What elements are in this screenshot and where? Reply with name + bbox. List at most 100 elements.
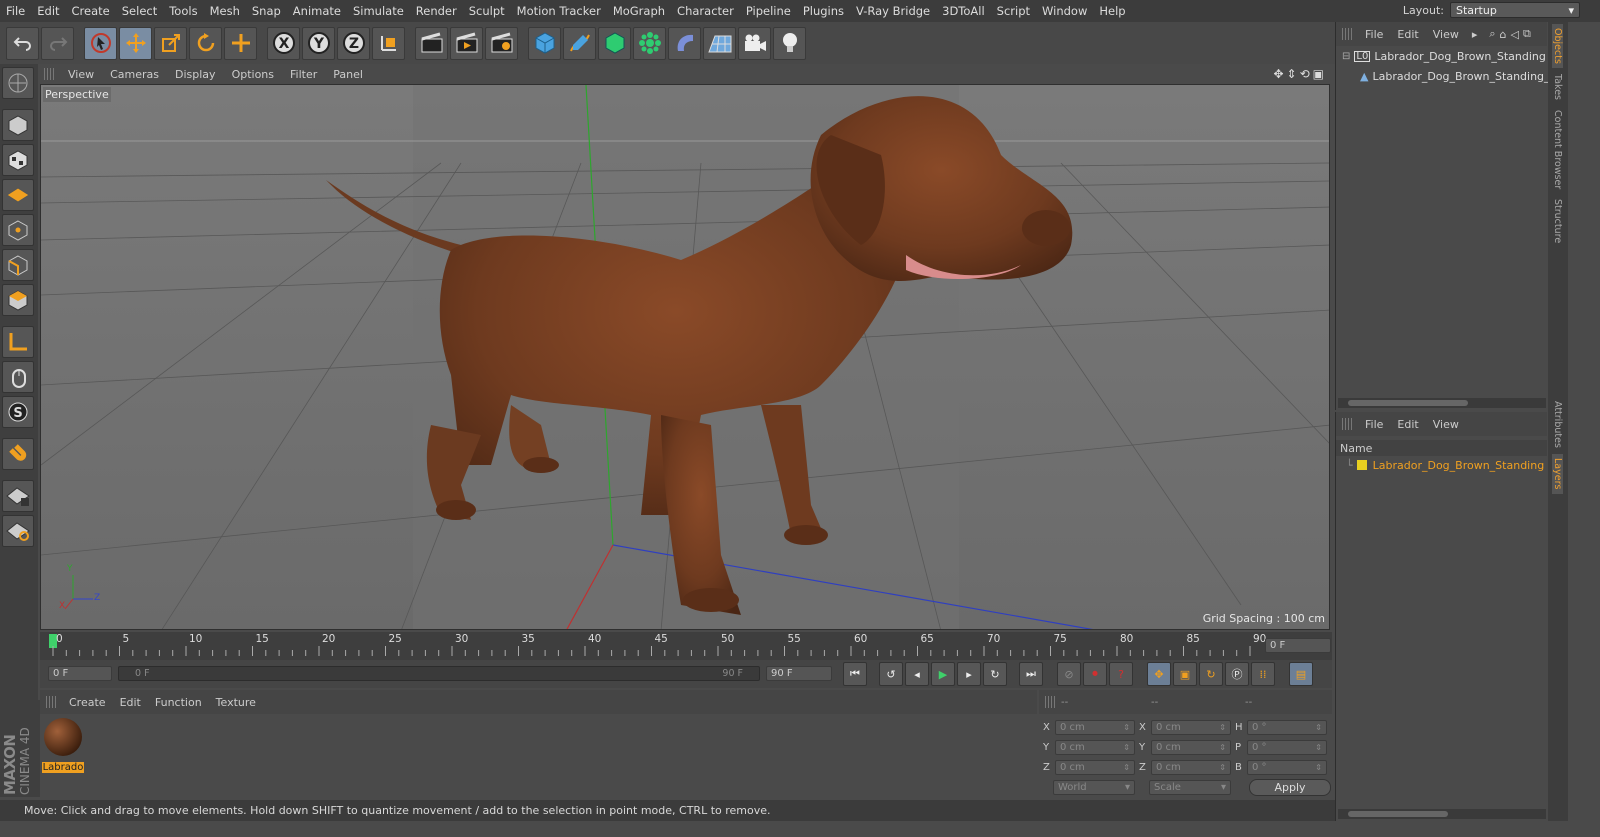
menu-sculpt[interactable]: Sculpt: [463, 4, 511, 18]
key-rotation-button[interactable]: ↻: [1199, 662, 1223, 686]
move-tool-button[interactable]: [119, 26, 152, 60]
edges-mode-button[interactable]: [2, 249, 34, 281]
next-key-button[interactable]: ↻: [983, 662, 1007, 686]
material-menu-edit[interactable]: Edit: [113, 696, 148, 709]
x-axis-lock-button[interactable]: X: [267, 26, 300, 60]
menu-edit[interactable]: Edit: [31, 4, 65, 18]
tweak-mode-button[interactable]: [2, 361, 34, 393]
menu-window[interactable]: Window: [1036, 4, 1093, 18]
viewport-menu-cameras[interactable]: Cameras: [102, 68, 167, 81]
coordinate-value-field[interactable]: 0 cm ⇕: [1151, 739, 1231, 755]
play-button[interactable]: ▶: [931, 662, 955, 686]
material-name[interactable]: Labrado: [42, 762, 84, 773]
render-view-button[interactable]: [415, 26, 448, 60]
add-cube-button[interactable]: [528, 26, 561, 60]
add-array-button[interactable]: [633, 26, 666, 60]
add-spline-button[interactable]: [563, 26, 596, 60]
coordinate-value-field[interactable]: 0 ° ⇕: [1247, 759, 1327, 775]
maximize-view-icon[interactable]: ▣: [1313, 67, 1324, 81]
key-point-level-button[interactable]: ⁞⁞: [1251, 662, 1275, 686]
panel-grip-icon[interactable]: [1045, 696, 1055, 708]
workplane-lock-button[interactable]: [2, 480, 34, 512]
redo-button[interactable]: [41, 26, 74, 60]
layer-row[interactable]: └ Labrador_Dog_Brown_Standing: [1336, 456, 1547, 474]
menu-motion-tracker[interactable]: Motion Tracker: [511, 4, 607, 18]
tab-layers[interactable]: Layers: [1552, 454, 1563, 494]
stepper-arrows-icon[interactable]: ⇕: [1123, 723, 1130, 732]
viewport-menu-display[interactable]: Display: [167, 68, 224, 81]
coordinate-value-field[interactable]: 0 ° ⇕: [1247, 739, 1327, 755]
tab-attributes[interactable]: Attributes: [1552, 397, 1563, 452]
layer-column-name[interactable]: Name: [1340, 442, 1372, 455]
points-mode-button[interactable]: [2, 214, 34, 246]
collapse-icon[interactable]: ⊟: [1342, 51, 1350, 62]
material-menu-function[interactable]: Function: [148, 696, 209, 709]
add-deformer-button[interactable]: [668, 26, 701, 60]
menu-simulate[interactable]: Simulate: [347, 4, 410, 18]
tab-content-browser[interactable]: Content Browser: [1552, 106, 1563, 193]
record-keys-button[interactable]: ⊘: [1057, 662, 1081, 686]
workplane-mode-button[interactable]: [2, 179, 34, 211]
texture-mode-button[interactable]: [2, 144, 34, 176]
model-mode-button[interactable]: [2, 109, 34, 141]
stepper-arrows-icon[interactable]: ⇕: [1315, 723, 1322, 732]
make-editable-button[interactable]: [2, 67, 34, 99]
stepper-arrows-icon[interactable]: ⇕: [1315, 743, 1322, 752]
stepper-arrows-icon[interactable]: ⇕: [1219, 743, 1226, 752]
panel-grip-icon[interactable]: [1342, 28, 1352, 40]
size-mode-select[interactable]: Scale ▾: [1149, 780, 1231, 795]
scale-tool-button[interactable]: [154, 26, 187, 60]
material-item[interactable]: Labrado: [42, 716, 84, 773]
z-axis-lock-button[interactable]: Z: [337, 26, 370, 60]
live-selection-button[interactable]: [84, 26, 117, 60]
scrollbar-thumb[interactable]: [1348, 400, 1468, 406]
menu-pipeline[interactable]: Pipeline: [740, 4, 797, 18]
transform-tool-button[interactable]: [224, 26, 257, 60]
coordinate-system-button[interactable]: [372, 26, 405, 60]
autokeying-button[interactable]: ⏺: [1083, 662, 1107, 686]
menu-mograph[interactable]: MoGraph: [607, 4, 671, 18]
go-to-start-button[interactable]: ⏮: [843, 662, 867, 686]
viewport-camera-label[interactable]: Perspective: [43, 87, 111, 102]
key-scale-button[interactable]: ▣: [1173, 662, 1197, 686]
go-to-end-button[interactable]: ⏭: [1019, 662, 1043, 686]
back-icon[interactable]: ◁: [1511, 28, 1519, 41]
material-menu-texture[interactable]: Texture: [209, 696, 263, 709]
stepper-arrows-icon[interactable]: ⇕: [1315, 763, 1322, 772]
menu-render[interactable]: Render: [410, 4, 463, 18]
stepper-arrows-icon[interactable]: ⇕: [1123, 763, 1130, 772]
viewport-menu-view[interactable]: View: [60, 68, 102, 81]
timeline-ruler[interactable]: 0 5 10 15 20 25 30 35 40 45 50 55 60 65 70 75 80 85 90 0 F: [40, 632, 1332, 660]
object-horizontal-scrollbar[interactable]: [1338, 398, 1546, 408]
layer-color-swatch[interactable]: [1356, 460, 1367, 470]
menu-plugins[interactable]: Plugins: [797, 4, 850, 18]
coordinate-value-field[interactable]: 0 cm ⇕: [1055, 739, 1135, 755]
stepper-arrows-icon[interactable]: ⇕: [1219, 763, 1226, 772]
object-row-root[interactable]: ⊟ L0 Labrador_Dog_Brown_Standing: [1336, 46, 1547, 66]
layers-menu-edit[interactable]: Edit: [1390, 418, 1425, 431]
dolly-view-icon[interactable]: ⇕: [1287, 67, 1297, 81]
search-icon[interactable]: ⌕: [1489, 27, 1495, 41]
expand-arrow-icon[interactable]: ▸: [1472, 28, 1478, 41]
timeline-window-button[interactable]: ▤: [1289, 662, 1313, 686]
rotate-view-icon[interactable]: ⟲: [1300, 67, 1310, 81]
pan-view-icon[interactable]: ✥: [1273, 67, 1283, 81]
panel-grip-icon[interactable]: [44, 68, 54, 80]
add-generator-button[interactable]: [598, 26, 631, 60]
menu-file[interactable]: File: [0, 4, 31, 18]
next-frame-button[interactable]: ▸: [957, 662, 981, 686]
home-icon[interactable]: ⌂: [1500, 28, 1507, 41]
coordinate-value-field[interactable]: 0 cm ⇕: [1055, 759, 1135, 775]
add-camera-button[interactable]: [738, 26, 771, 60]
menu-vray-bridge[interactable]: V-Ray Bridge: [850, 4, 936, 18]
panel-grip-icon[interactable]: [1342, 418, 1352, 430]
workplane-align-button[interactable]: [2, 515, 34, 547]
objects-menu-edit[interactable]: Edit: [1390, 28, 1425, 41]
layers-menu-file[interactable]: File: [1358, 418, 1390, 431]
scrollbar-thumb[interactable]: [1348, 811, 1448, 817]
menu-help[interactable]: Help: [1093, 4, 1131, 18]
layout-select[interactable]: Startup ▾: [1450, 2, 1580, 18]
snap-button[interactable]: [2, 438, 34, 470]
render-settings-button[interactable]: [485, 26, 518, 60]
preview-range-slider[interactable]: 0 F 90 F: [118, 666, 760, 681]
